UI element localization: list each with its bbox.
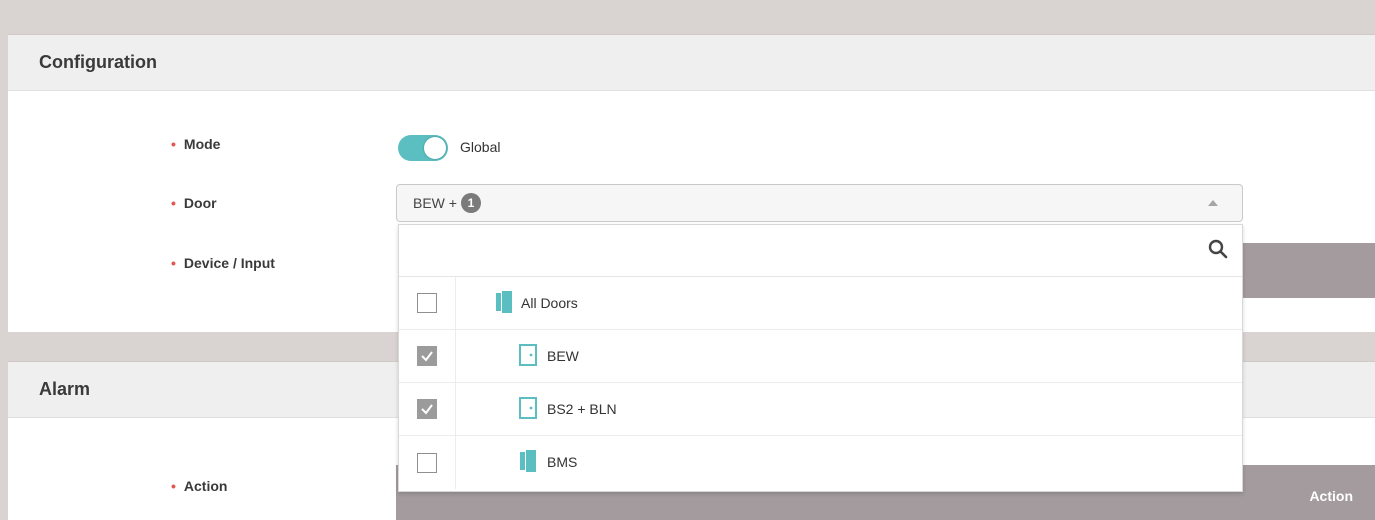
door-dropdown: All Doors BEW BS2 + BLN BMS (398, 224, 1243, 492)
bew-checkbox[interactable] (417, 346, 437, 366)
checkmark-icon (421, 404, 433, 415)
checkbox-cell (399, 383, 456, 435)
tree-item-label: BEW (547, 348, 579, 364)
selected-count-badge: 1 (460, 193, 481, 213)
alarm-title: Alarm (39, 379, 91, 399)
checkbox-cell (399, 436, 456, 489)
tree-item-label: All Doors (521, 295, 578, 311)
door-select-value: BEW + (413, 195, 457, 211)
tree-item-bs2-bln[interactable]: BS2 + BLN (399, 383, 1242, 436)
all-doors-checkbox[interactable] (417, 293, 437, 313)
mode-value: Global (460, 139, 501, 155)
bs2-bln-checkbox[interactable] (417, 399, 437, 419)
device-input-label: • Device / Input (171, 255, 275, 271)
tree-item-all-doors[interactable]: All Doors (399, 277, 1242, 330)
caret-up-icon[interactable] (1208, 200, 1218, 206)
checkmark-icon (421, 351, 433, 362)
door-icon (519, 344, 537, 366)
tree-item-bms[interactable]: BMS (399, 436, 1242, 489)
tree-item-label: BMS (547, 454, 578, 470)
mode-toggle[interactable] (398, 135, 448, 161)
toggle-knob (424, 137, 446, 159)
action-column-header: Action (1309, 488, 1353, 504)
door-group-icon (520, 450, 536, 472)
door-select[interactable]: BEW + 1 (396, 184, 1243, 222)
configuration-header: Configuration (8, 34, 1375, 91)
door-icon (519, 397, 537, 419)
tree-item-label: BS2 + BLN (547, 401, 617, 417)
tree-item-bew[interactable]: BEW (399, 330, 1242, 383)
door-group-icon (496, 291, 512, 313)
search-icon[interactable] (1208, 239, 1228, 259)
action-label: • Action (171, 478, 228, 494)
dropdown-search-row[interactable] (399, 225, 1242, 277)
bms-checkbox[interactable] (417, 452, 437, 473)
door-label: • Door (171, 195, 217, 211)
mode-label: • Mode (171, 136, 221, 152)
configuration-title: Configuration (39, 52, 157, 72)
checkbox-cell (399, 277, 456, 329)
device-input-table-header (1241, 243, 1375, 298)
checkbox-cell (399, 330, 456, 382)
